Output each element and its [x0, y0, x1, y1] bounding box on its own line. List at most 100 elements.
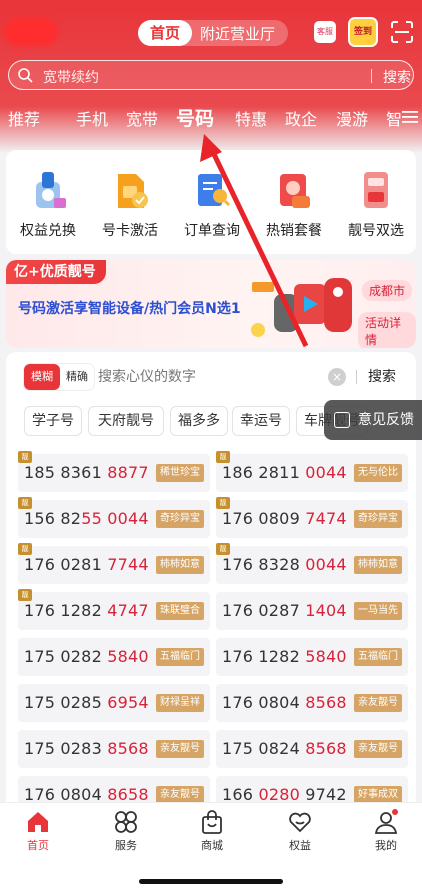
shortcut-card: 权益兑换 号卡激活 订单查询 热销套餐 靓号双选	[6, 150, 416, 254]
phone-number: 176 0804 8568	[222, 693, 347, 712]
phone-number-highlight: 8877	[107, 463, 149, 482]
chip-lucky[interactable]: 幸运号	[232, 406, 290, 436]
phone-number-highlight: 5840	[107, 647, 149, 666]
phone-number-prefix: 176 1282	[24, 601, 108, 620]
shortcut-label: 靓号双选	[348, 223, 404, 239]
tab-discount[interactable]: 特惠	[235, 106, 267, 130]
number-card[interactable]: 靓 176 1282 4747 珠联璧合	[18, 589, 210, 630]
phone-number: 176 0281 7744	[24, 555, 149, 574]
city-selector[interactable]: 成都市	[362, 280, 413, 301]
number-tag: 财禄呈祥	[156, 694, 204, 712]
number-search-button[interactable]: 搜索	[368, 364, 396, 390]
nav-benefits[interactable]: 权益	[270, 809, 330, 853]
phone-number: 176 0287 1404	[222, 601, 347, 620]
number-card[interactable]: 靓 176 0809 7474 奇珍异宝	[216, 497, 408, 538]
nav-mine[interactable]: 我的	[356, 809, 416, 853]
menu-icon[interactable]	[402, 110, 418, 124]
phone-number-prefix: 156 82	[24, 509, 82, 528]
scan-icon[interactable]	[390, 20, 414, 44]
nav-home[interactable]: 首页	[8, 809, 68, 853]
phone-number-prefix: 175 0285	[24, 693, 108, 712]
nav-label: 商城	[201, 839, 223, 852]
number-card[interactable]: 175 0285 6954 财禄呈祥	[18, 684, 210, 722]
search-divider	[371, 69, 372, 83]
clear-icon[interactable]: ×	[328, 368, 346, 386]
nav-label: 权益	[289, 839, 311, 852]
premium-badge: 靓	[216, 451, 230, 463]
nav-mall[interactable]: 商城	[182, 809, 242, 853]
number-card[interactable]: 176 0287 1404 一马当先	[216, 592, 408, 630]
tab-recommend[interactable]: 推荐	[8, 106, 40, 130]
number-card[interactable]: 靓 185 8361 8877 稀世珍宝	[18, 451, 210, 492]
gift-icon	[28, 168, 68, 212]
phone-number-prefix: 185 8361	[24, 463, 108, 482]
phone-number: 176 8328 0044	[222, 555, 347, 574]
number-card[interactable]: 175 0282 5840 五福临门	[18, 638, 210, 676]
chip-fuduoduo[interactable]: 福多多	[170, 406, 228, 436]
phone-number-prefix: 175 0282	[24, 647, 108, 666]
sign-in-icon[interactable]: 签到	[348, 17, 378, 47]
number-card[interactable]: 175 0283 8568 亲友靓号	[18, 730, 210, 768]
tab-roaming[interactable]: 漫游	[336, 106, 368, 130]
number-tag: 亲友靓号	[354, 694, 402, 712]
phone-number-highlight: 1404	[305, 601, 347, 620]
search-input[interactable]: 宽带续约	[43, 67, 99, 87]
premium-badge: 靓	[216, 497, 230, 509]
number-card[interactable]: 175 0824 8568 亲友靓号	[216, 730, 408, 768]
customer-service-icon[interactable]: 客服	[314, 21, 336, 43]
phone-number-highlight: 7744	[107, 555, 149, 574]
shortcut-sim-activate[interactable]: 号卡激活	[90, 168, 170, 240]
number-card[interactable]: 靓 176 0281 7744 柿柿如意	[18, 543, 210, 584]
shortcut-number-select[interactable]: 靓号双选	[336, 168, 416, 240]
mode-exact[interactable]: 精确	[60, 364, 94, 390]
tab-phone[interactable]: 手机	[76, 106, 108, 130]
feedback-button[interactable]: 意见反馈	[324, 400, 422, 440]
phone-number-highlight: 0044	[305, 463, 347, 482]
phone-number-prefix: 175 0283	[24, 739, 108, 758]
number-card[interactable]: 靓 156 8255 0044 奇珍异宝	[18, 497, 210, 538]
premium-badge: 靓	[18, 543, 32, 555]
phone-number: 176 1282 4747	[24, 601, 149, 620]
number-search-input[interactable]: 搜索心仪的数字	[98, 364, 196, 390]
promo-tag: 亿+优质靓号	[6, 260, 106, 284]
shortcut-order-query[interactable]: 订单查询	[172, 168, 252, 240]
shortcut-benefit-exchange[interactable]: 权益兑换	[8, 168, 88, 240]
mode-fuzzy[interactable]: 模糊	[24, 364, 60, 390]
search-bar[interactable]: 宽带续约 搜索	[8, 60, 414, 90]
premium-badge: 靓	[18, 497, 32, 509]
nav-service[interactable]: 服务	[96, 809, 156, 853]
number-card[interactable]: 176 1282 5840 五福临门	[216, 638, 408, 676]
feedback-label: 意见反馈	[358, 412, 414, 428]
match-mode-toggle[interactable]: 模糊 精确	[24, 364, 94, 390]
phone-number-prefix: 186 2811	[222, 463, 306, 482]
shortcut-label: 热销套餐	[266, 223, 322, 239]
phone-number-highlight: 6954	[107, 693, 149, 712]
shortcut-hot-package[interactable]: 热销套餐	[254, 168, 334, 240]
tab-enterprise[interactable]: 政企	[285, 106, 317, 130]
chip-student[interactable]: 学子号	[24, 406, 82, 436]
phone-number-prefix: 176 0287	[222, 601, 306, 620]
tab-nearby-switch[interactable]: 附近营业厅	[192, 23, 275, 44]
phone-number-highlight: 8568	[305, 739, 347, 758]
tab-home-switch[interactable]: 首页	[138, 20, 193, 46]
chip-tianfu[interactable]: 天府靓号	[88, 406, 164, 436]
tab-broadband[interactable]: 宽带	[126, 106, 158, 130]
home-indicator	[139, 879, 283, 884]
phone-number-prefix: 176 1282	[222, 647, 306, 666]
phone-number-highlight: 7474	[305, 509, 347, 528]
number-tag: 一马当先	[354, 602, 402, 620]
number-card[interactable]: 176 0804 8568 亲友靓号	[216, 684, 408, 722]
tab-smart[interactable]: 智	[386, 106, 402, 130]
number-card[interactable]: 靓 186 2811 0044 无与伦比	[216, 451, 408, 492]
phone-number-prefix: 176 0281	[24, 555, 108, 574]
phone-number-prefix: 176 0809	[222, 509, 306, 528]
shopping-bag-icon	[199, 809, 225, 835]
promo-banner[interactable]: 亿+优质靓号 号码激活享智能设备/热门会员N选1 成都市 活动详情	[6, 260, 416, 348]
number-tag: 柿柿如意	[354, 556, 402, 574]
search-button[interactable]: 搜索	[383, 67, 411, 87]
promo-detail-button[interactable]: 活动详情	[358, 312, 416, 348]
premium-badge: 靓	[216, 543, 230, 555]
tab-number[interactable]: 号码	[176, 104, 214, 131]
promo-text: 号码激活享智能设备/热门会员N选1	[18, 301, 241, 317]
number-card[interactable]: 靓 176 8328 0044 柿柿如意	[216, 543, 408, 584]
